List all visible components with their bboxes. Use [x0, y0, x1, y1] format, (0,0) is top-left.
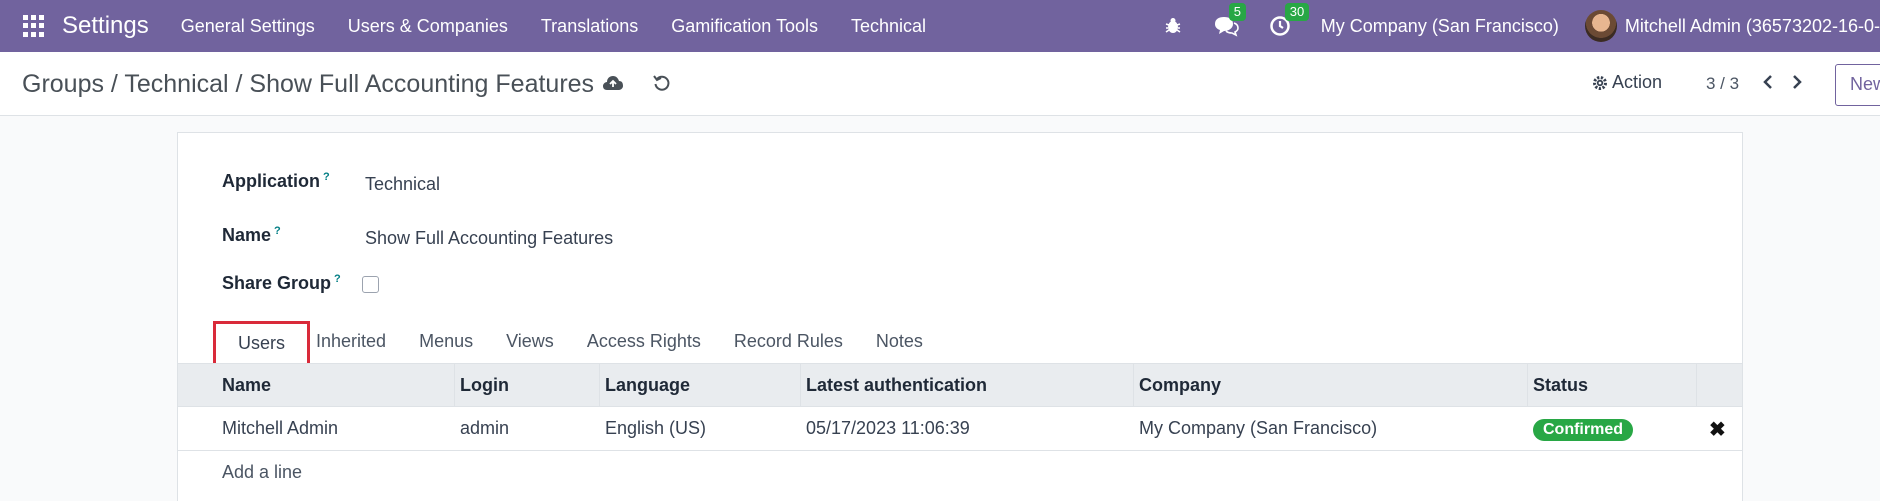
action-button[interactable]: Action: [1592, 72, 1662, 93]
activities-count-badge: 30: [1284, 3, 1310, 21]
column-header-company[interactable]: Company: [1134, 364, 1528, 406]
column-header-language[interactable]: Language: [600, 364, 801, 406]
main-menu: General Settings Users & Companies Trans…: [181, 16, 959, 37]
save-cloud-icon[interactable]: [602, 74, 624, 97]
name-label: Name?: [222, 225, 281, 245]
new-button[interactable]: New: [1835, 64, 1880, 106]
control-panel: Groups / Technical / Show Full Accountin…: [0, 52, 1880, 116]
company-switcher[interactable]: My Company (San Francisco): [1321, 16, 1559, 37]
apps-grid-icon[interactable]: [23, 15, 45, 37]
action-label: Action: [1612, 72, 1663, 92]
menu-users-companies[interactable]: Users & Companies: [348, 16, 508, 37]
app-brand[interactable]: Settings: [62, 12, 149, 40]
add-line-link[interactable]: Add a line: [178, 451, 1742, 495]
help-tooltip-icon[interactable]: ?: [323, 171, 330, 183]
discard-undo-icon[interactable]: [653, 74, 671, 97]
gear-icon: [1593, 75, 1607, 90]
cell-name[interactable]: Mitchell Admin: [178, 407, 455, 450]
pager-value[interactable]: 3 / 3: [1706, 74, 1739, 94]
tab-views[interactable]: Views: [506, 321, 554, 365]
tab-record-rules[interactable]: Record Rules: [734, 321, 843, 365]
table-header: Name Login Language Latest authenticatio…: [178, 363, 1742, 407]
column-header-latest-authentication[interactable]: Latest authentication: [801, 364, 1134, 406]
share-group-label: Share Group?: [222, 273, 341, 293]
column-header-status[interactable]: Status: [1528, 364, 1697, 406]
messages-count-badge: 5: [1228, 3, 1247, 21]
table-row[interactable]: Mitchell Admin admin English (US) 05/17/…: [178, 407, 1742, 451]
tab-notes[interactable]: Notes: [876, 321, 923, 365]
column-header-login[interactable]: Login: [455, 364, 600, 406]
name-field: Name? Show Full Accounting Features: [222, 225, 613, 249]
activities-clock-icon[interactable]: 30: [1269, 3, 1310, 37]
application-label: Application?: [222, 171, 330, 191]
pager-next-icon[interactable]: [1791, 74, 1803, 95]
menu-gamification-tools[interactable]: Gamification Tools: [671, 16, 818, 37]
help-tooltip-icon[interactable]: ?: [274, 225, 281, 237]
user-menu[interactable]: Mitchell Admin (36573202-16-0-: [1625, 16, 1880, 37]
notebook-tabs: Users Inherited Menus Views Access Right…: [213, 321, 956, 368]
user-avatar[interactable]: [1584, 10, 1617, 42]
tab-inherited[interactable]: Inherited: [316, 321, 386, 365]
pager-previous-icon[interactable]: [1762, 74, 1774, 95]
navbar-systray: 5 30 My Company (San Francisco) Mitchell…: [1163, 0, 1880, 52]
messages-icon[interactable]: 5: [1213, 3, 1247, 37]
status-badge: Confirmed: [1533, 419, 1633, 441]
column-header-actions: [1697, 364, 1742, 406]
tab-users[interactable]: Users: [213, 321, 311, 368]
application-value[interactable]: Technical: [365, 174, 440, 195]
share-group-field: Share Group?: [222, 273, 379, 294]
debug-bug-icon[interactable]: [1163, 16, 1183, 36]
menu-general-settings[interactable]: General Settings: [181, 16, 315, 37]
breadcrumb[interactable]: Groups / Technical / Show Full Accountin…: [22, 70, 594, 99]
top-navbar: Settings General Settings Users & Compan…: [0, 0, 1880, 52]
delete-row-icon[interactable]: ✖: [1697, 407, 1742, 450]
menu-technical[interactable]: Technical: [851, 16, 926, 37]
help-tooltip-icon[interactable]: ?: [334, 273, 341, 285]
tab-access-rights[interactable]: Access Rights: [587, 321, 701, 365]
cell-language[interactable]: English (US): [600, 407, 801, 450]
form-sheet: Application? Technical Name? Show Full A…: [177, 132, 1743, 501]
users-table: Name Login Language Latest authenticatio…: [178, 363, 1742, 495]
cell-login[interactable]: admin: [455, 407, 600, 450]
application-field: Application? Technical: [222, 171, 440, 195]
name-input[interactable]: Show Full Accounting Features: [365, 228, 613, 249]
tab-menus[interactable]: Menus: [419, 321, 473, 365]
cell-company[interactable]: My Company (San Francisco): [1134, 407, 1528, 450]
share-group-checkbox[interactable]: [362, 276, 379, 293]
cell-latest-authentication[interactable]: 05/17/2023 11:06:39: [801, 407, 1134, 450]
column-header-name[interactable]: Name: [178, 364, 455, 406]
cell-status: Confirmed: [1528, 407, 1697, 450]
menu-translations[interactable]: Translations: [541, 16, 638, 37]
